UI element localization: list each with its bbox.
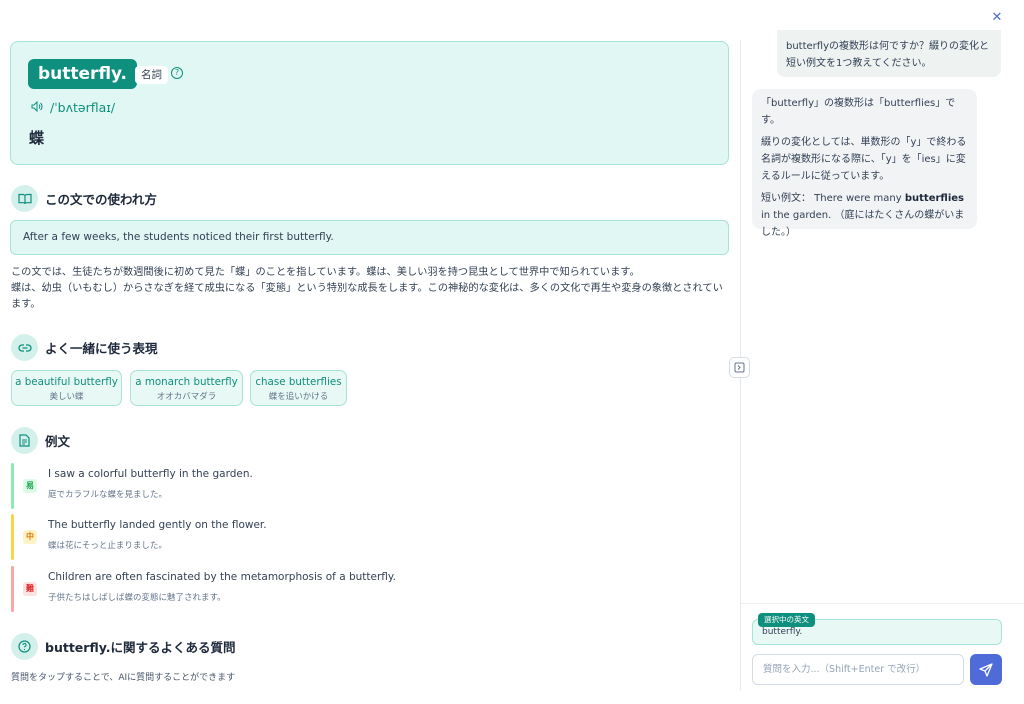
selected-text-label: 選択中の英文 xyxy=(758,613,815,627)
meaning: 蝶 xyxy=(29,129,45,147)
collocations-title: よく一緒に使う表現 xyxy=(45,341,158,356)
level-badge: 中 xyxy=(23,530,37,544)
word-detail-panel: butterfly. 名詞 ? /ˈbʌtərflaɪ/ 蝶 この文での使われ方… xyxy=(0,30,740,704)
collocation-chip[interactable]: a monarch butterfly オオカバマダラ xyxy=(130,370,243,406)
collocations-section-header: よく一緒に使う表現 xyxy=(11,334,158,361)
example-en: Children are often fascinated by the met… xyxy=(48,571,396,583)
panel-toggle-icon xyxy=(734,362,745,373)
collocation-chip[interactable]: a beautiful butterfly 美しい蝶 xyxy=(11,370,122,406)
example-en: The butterfly landed gently on the flowe… xyxy=(48,519,267,531)
example-ja: 蝶は花にそっと止まりました。 xyxy=(48,541,167,551)
collocation-ja: 美しい蝶 xyxy=(49,392,84,402)
headword: butterfly. xyxy=(28,59,138,89)
ai-paragraph: 綴りの変化としては、単数形の「y」で終わる名詞が複数形になる際に、「y」を「ie… xyxy=(761,137,967,182)
close-button[interactable]: ✕ xyxy=(988,9,1006,27)
book-icon xyxy=(11,185,38,212)
collocation-chip[interactable]: chase butterflies 蝶を追いかける xyxy=(250,370,347,406)
app-root: ✕ butterfly. 名詞 ? /ˈbʌtərflaɪ/ 蝶 この文での使わ… xyxy=(0,0,1024,704)
pronunciation: /ˈbʌtərflaɪ/ xyxy=(50,100,116,115)
level-badge: 難 xyxy=(23,582,37,596)
part-of-speech-tag: 名詞 xyxy=(135,66,168,84)
collocation-en: chase butterflies xyxy=(255,376,342,388)
usage-title: この文での使われ方 xyxy=(45,192,157,207)
ai-paragraph: 短い例文： There were many butterflies in the… xyxy=(761,190,968,241)
usage-section-header: この文での使われ方 xyxy=(11,185,157,212)
send-button[interactable] xyxy=(970,654,1002,685)
send-icon xyxy=(979,662,993,677)
speaker-icon[interactable] xyxy=(31,100,43,115)
examples-section-header: 例文 xyxy=(11,427,70,454)
link-icon xyxy=(11,334,38,361)
collocation-ja: 蝶を追いかける xyxy=(268,392,329,402)
example-item: 難 Children are often fascinated by the m… xyxy=(11,566,729,612)
example-item: 中 The butterfly landed gently on the flo… xyxy=(11,514,729,560)
level-bar xyxy=(11,514,14,560)
ai-bold-text: butterflies xyxy=(904,193,964,204)
ai-paragraph: 「butterfly」の複数形は「butterflies」です。 xyxy=(761,98,956,126)
explanation-line: この文では、生徒たちが数週間後に初めて見た「蝶」のことを指しています。蝶は、美し… xyxy=(11,267,640,278)
collocation-en: a monarch butterfly xyxy=(135,376,238,388)
faq-section-header: butterfly.に関するよくある質問 xyxy=(11,633,235,660)
example-ja: 子供たちはしばしば蝶の変態に魅了されます。 xyxy=(48,593,226,603)
close-icon: ✕ xyxy=(991,10,1003,25)
ai-text: 短い例文： There were many xyxy=(761,193,905,204)
ai-message: 「butterfly」の複数形は「butterflies」です。 綴りの変化とし… xyxy=(752,89,977,238)
document-icon xyxy=(11,427,38,454)
collapse-panel-button[interactable] xyxy=(729,357,750,378)
help-icon[interactable]: ? xyxy=(171,67,183,79)
examples-title: 例文 xyxy=(45,434,71,449)
level-bar xyxy=(11,463,14,509)
explanation-line: 蝶は、幼虫（いもむし）からさなぎを経て成虫になる「変態」という特別な成長をします… xyxy=(11,283,723,310)
collocation-ja: オオカバマダラ xyxy=(156,392,217,402)
collocation-en: a beautiful butterfly xyxy=(15,376,118,388)
example-ja: 庭でカラフルな蝶を見ました。 xyxy=(48,490,168,500)
ai-text: in the garden. （庭にはたくさんの蝶がいました。） xyxy=(761,210,965,238)
level-badge: 易 xyxy=(23,479,37,493)
faq-title: butterfly.に関するよくある質問 xyxy=(45,640,236,655)
example-item: 易 I saw a colorful butterfly in the gard… xyxy=(11,463,729,509)
chat-input-area: 選択中の英文 butterfly. xyxy=(741,603,1024,704)
question-circle-icon xyxy=(11,633,38,660)
usage-explanation: この文では、生徒たちが数週間後に初めて見た「蝶」のことを指しています。蝶は、美し… xyxy=(11,265,723,313)
level-bar xyxy=(11,566,14,612)
question-input[interactable] xyxy=(752,654,964,685)
usage-sentence: After a few weeks, the students noticed … xyxy=(10,220,729,255)
user-message: butterflyの複数形は何ですか？綴りの変化と短い例文を1つ教えてください。 xyxy=(777,30,1001,77)
example-en: I saw a colorful butterfly in the garden… xyxy=(48,468,253,480)
word-card: butterfly. 名詞 ? /ˈbʌtərflaɪ/ 蝶 xyxy=(10,41,729,165)
faq-note: 質問をタップすることで、AIに質問することができます xyxy=(11,673,236,683)
